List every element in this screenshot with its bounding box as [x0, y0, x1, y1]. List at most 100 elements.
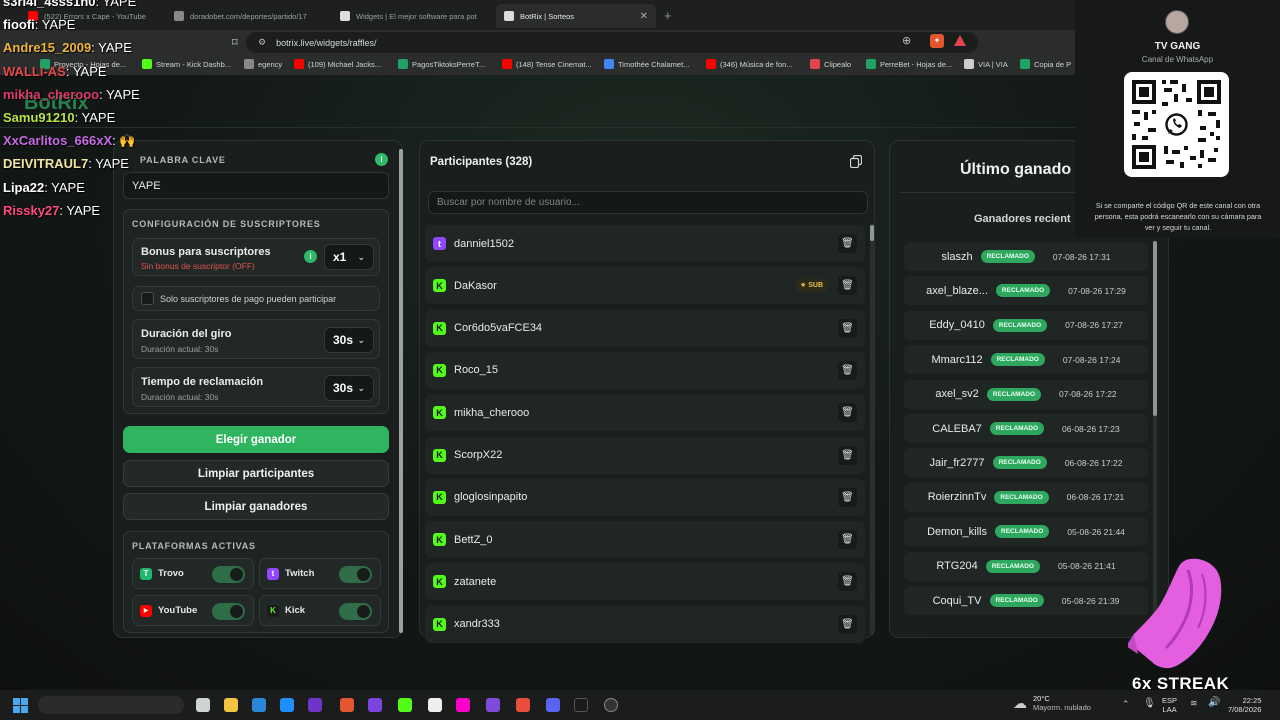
chevron-up-icon[interactable]: ⌃ [1122, 699, 1130, 710]
delete-participant-icon[interactable]: 🗑 [838, 276, 857, 296]
trovo-toggle[interactable] [212, 566, 245, 583]
language-indicator[interactable]: ESP LAA [1162, 696, 1177, 714]
participant-row[interactable]: Kmikha_cherooo 🗑 [425, 394, 865, 432]
participant-row[interactable]: Kzatanete 🗑 [425, 563, 865, 601]
file-explorer-icon[interactable] [224, 698, 238, 712]
twitch-toggle[interactable] [339, 566, 372, 583]
bookmark-favicon-icon [142, 59, 152, 69]
discord-icon[interactable] [546, 698, 560, 712]
delete-participant-icon[interactable]: 🗑 [838, 360, 857, 380]
edge-icon[interactable] [252, 698, 266, 712]
pick-winner-button[interactable]: Elegir ganador [123, 426, 389, 453]
youtube-toggle[interactable] [212, 603, 245, 620]
winner-row: Demon_kills RECLAMADO 05-08-26 21:44 [904, 517, 1148, 547]
tab-botrix-sorteos[interactable]: BotRix | Sorteos ✕ [496, 4, 656, 28]
bookmark-item[interactable]: PagosTiktoksPerreT... [398, 59, 485, 69]
obs-icon[interactable] [308, 698, 322, 712]
clear-winners-button[interactable]: Limpiar ganadores [123, 493, 389, 520]
bookmark-item[interactable]: VIA | VIA [964, 59, 1008, 69]
microphone-icon[interactable]: 🎙 [1143, 698, 1156, 709]
spark-icon[interactable] [516, 698, 530, 712]
address-bar[interactable]: ⚙ botrix.live/widgets/raffles/ [246, 32, 978, 53]
bookmark-item[interactable]: (148) Tense Cinemat... [502, 59, 592, 69]
paid-subs-only-row[interactable]: Solo suscriptores de pago pueden partici… [132, 286, 380, 311]
tab-doradobet[interactable]: doradobet.com/deportes/partido/17 [166, 4, 326, 28]
weather-widget[interactable]: ☁ 20°C Mayorm. nublado [1013, 694, 1091, 712]
copy-icon[interactable] [850, 155, 862, 168]
bookmark-icon[interactable]: ⌑ [232, 36, 238, 49]
delete-participant-icon[interactable]: 🗑 [838, 530, 857, 550]
participant-row[interactable]: K BettZ_0 🗑 [425, 521, 865, 559]
participant-search-input[interactable]: Buscar por nombre de usuario... [428, 191, 868, 214]
zoom-icon[interactable]: ⊕ [902, 34, 911, 47]
claimed-badge: RECLAMADO [992, 318, 1048, 332]
new-tab-icon[interactable]: + [664, 8, 672, 23]
kick-app-icon[interactable] [398, 698, 412, 712]
delete-participant-icon[interactable]: 🗑 [838, 445, 857, 465]
info-icon[interactable]: i [304, 250, 317, 263]
weather-temp: 20°C [1033, 694, 1050, 703]
participants-scrollbar[interactable] [870, 223, 874, 635]
spin-duration-select[interactable]: 30s ⌄ [324, 327, 374, 353]
volume-icon[interactable]: 🔊 [1208, 697, 1220, 708]
brave-rewards-icon[interactable] [954, 35, 966, 46]
settings-scroll-thumb[interactable] [399, 149, 403, 633]
kick-icon: K [433, 406, 446, 420]
winners-scroll-thumb[interactable] [1153, 241, 1157, 416]
bookmark-item[interactable]: PerreBet - Hojas de... [866, 59, 952, 69]
delete-participant-icon[interactable]: 🗑 [838, 572, 857, 592]
bookmark-item[interactable]: Stream - Kick Dashb... [142, 59, 231, 69]
winner-name: Coqui_TV [932, 594, 982, 607]
participant-row[interactable]: K Roco_15 🗑 [425, 351, 865, 389]
taskbar-search[interactable] [38, 696, 184, 714]
store-icon[interactable] [280, 698, 294, 712]
participant-row[interactable]: t danniel1502 🗑 [425, 225, 865, 262]
clock[interactable]: 22:25 7/08/2026 [1228, 696, 1261, 714]
kick-toggle[interactable] [339, 603, 372, 620]
capcut-icon[interactable] [428, 698, 442, 712]
terminal-icon[interactable] [574, 698, 588, 712]
windows-start-icon[interactable] [13, 698, 28, 713]
participant-row[interactable]: K Cor6do5vaFCE34 🗑 [425, 309, 865, 347]
delete-participant-icon[interactable]: 🗑 [838, 403, 857, 423]
chat-username: Rissky27 [3, 202, 60, 218]
participants-scroll-thumb[interactable] [870, 225, 874, 241]
participant-row[interactable]: Kxandr333 🗑 [425, 605, 865, 643]
bookmark-item[interactable]: Timothée Chalamet... [604, 59, 689, 69]
settings-scrollbar[interactable] [399, 149, 403, 633]
delete-participant-icon[interactable]: 🗑 [838, 487, 857, 507]
bookmark-item[interactable]: Clipealo [810, 59, 851, 69]
wifi-icon[interactable]: ≋ [1190, 698, 1198, 709]
delete-participant-icon[interactable]: 🗑 [838, 318, 857, 338]
bookmark-item[interactable]: (346) Música de fon... [706, 59, 793, 69]
bookmark-item[interactable]: egency [244, 59, 282, 69]
info-icon[interactable]: i [375, 153, 388, 166]
winner-name: axel_sv2 [935, 388, 979, 401]
photos-icon[interactable] [456, 698, 470, 712]
close-tab-icon[interactable]: ✕ [640, 11, 648, 22]
keyword-input[interactable]: YAPE [123, 172, 389, 199]
participant-row[interactable]: K ScorpX22 🗑 [425, 436, 865, 474]
winner-date: 06-08-26 17:22 [1064, 457, 1123, 468]
task-view-icon[interactable] [196, 698, 210, 712]
paid-subs-only-checkbox[interactable] [141, 292, 154, 305]
clear-participants-button[interactable]: Limpiar participantes [123, 460, 389, 487]
participant-row[interactable]: K DaKasor ★ SUB 🗑 [425, 267, 865, 305]
delete-participant-icon[interactable]: 🗑 [838, 614, 857, 634]
bonus-multiplier-select[interactable]: x1 ⌄ [324, 244, 374, 270]
app-icon[interactable] [486, 698, 500, 712]
recorder-icon[interactable] [604, 698, 618, 712]
winner-name: slaszh [941, 250, 973, 263]
brave-shield-icon[interactable]: ✦ [930, 34, 944, 48]
spin-value: 30s [333, 333, 354, 347]
claim-time-select[interactable]: 30s ⌄ [324, 375, 374, 401]
bookmark-item[interactable]: Copia de P [1020, 59, 1071, 69]
delete-participant-icon[interactable]: 🗑 [838, 234, 857, 253]
winner-date: 05-08-26 21:44 [1067, 526, 1125, 537]
site-settings-icon[interactable]: ⚙ [258, 37, 266, 48]
brave-icon[interactable] [340, 698, 354, 712]
app-grid-icon[interactable] [368, 698, 382, 712]
participant-row[interactable]: Kgloglosinpapito 🗑 [425, 478, 865, 516]
bookmark-item[interactable]: (109) Michael Jacks... [294, 59, 381, 69]
tab-widgets[interactable]: Widgets | El mejor software para pot [332, 4, 492, 28]
